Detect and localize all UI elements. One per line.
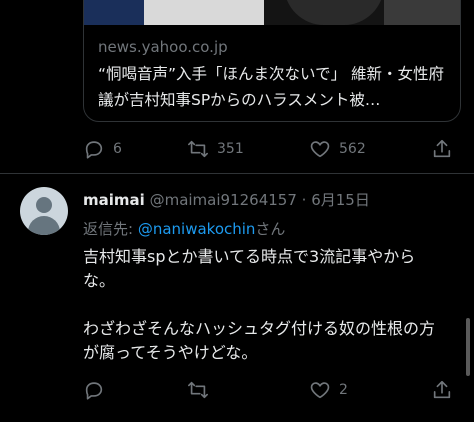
- retweet-icon: [188, 381, 208, 399]
- reply-prefix: 返信先:: [83, 220, 138, 238]
- tweet-text: 吉村知事spとか書いてる時点で3流記事やから な。 わざわざそんなハッシュタグ付…: [83, 245, 461, 365]
- tweet-line: わざわざそんなハッシュタグ付ける奴の性根の方: [83, 319, 436, 338]
- scrollbar[interactable]: [466, 318, 470, 376]
- share-icon: [433, 139, 451, 158]
- previous-tweet-actions: 6 351 562: [83, 138, 461, 162]
- tweet-line: な。: [83, 271, 116, 290]
- handle[interactable]: @maimai91264157: [150, 191, 297, 209]
- reply-icon: [85, 382, 103, 400]
- retweet-button[interactable]: [187, 379, 209, 401]
- like-button[interactable]: 562: [309, 138, 366, 160]
- tweet-date[interactable]: 6月15日: [311, 191, 370, 209]
- tweet-actions: 2: [83, 379, 461, 403]
- share-button[interactable]: [431, 379, 453, 401]
- retweet-button[interactable]: 351: [187, 138, 244, 160]
- reply-context: 返信先: @naniwakochinさん: [83, 218, 285, 239]
- link-preview-card[interactable]: news.yahoo.co.jp “恫喝音声”入手「ほんま次ないで」 維新・女性…: [83, 0, 461, 122]
- share-icon: [433, 380, 451, 399]
- divider: [0, 173, 474, 174]
- tweet-line: 吉村知事spとか書いてる時点で3流記事やから: [83, 247, 416, 266]
- like-count: 2: [339, 382, 348, 398]
- tweet-header: maimai @maimai91264157 · 6月15日: [83, 189, 370, 210]
- retweet-count: 351: [217, 141, 244, 157]
- reply-icon: [85, 141, 103, 159]
- reply-count: 6: [113, 141, 122, 157]
- share-button[interactable]: [431, 138, 453, 160]
- tweet-line: が腐ってそうやけどな。: [83, 343, 258, 362]
- link-title: “恫喝音声”入手「ほんま次ないで」 維新・女性府議が吉村知事SPからのハラスメン…: [98, 65, 445, 109]
- link-domain: news.yahoo.co.jp: [98, 38, 228, 56]
- reply-button[interactable]: [83, 379, 105, 401]
- separator: ·: [296, 191, 312, 209]
- reply-mention-link[interactable]: @naniwakochin: [138, 220, 256, 238]
- heart-icon: [310, 382, 330, 399]
- avatar[interactable]: [20, 187, 68, 235]
- like-count: 562: [339, 141, 366, 157]
- heart-icon: [310, 141, 330, 158]
- reply-suffix: さん: [255, 220, 286, 238]
- reply-button[interactable]: 6: [83, 138, 122, 160]
- link-preview-image: [84, 0, 460, 25]
- timeline: news.yahoo.co.jp “恫喝音声”入手「ほんま次ないで」 維新・女性…: [0, 0, 474, 422]
- like-button[interactable]: 2: [309, 379, 348, 401]
- display-name[interactable]: maimai: [83, 191, 145, 209]
- retweet-icon: [188, 140, 208, 158]
